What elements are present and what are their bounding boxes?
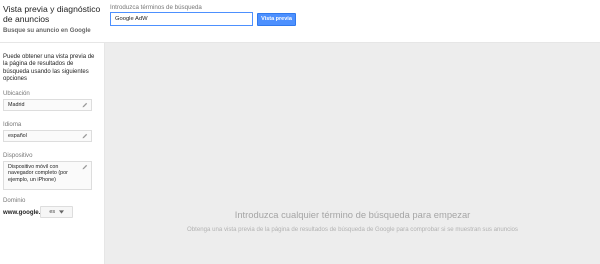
page-subtitle: Busque su anuncio en Google [3, 27, 91, 34]
empty-state-heading: Introduzca cualquier término de búsqueda… [234, 209, 471, 220]
domain-value: es [49, 209, 56, 215]
domain-prefix: www.google. [3, 209, 41, 216]
preview-button[interactable]: Vista previa [257, 13, 296, 26]
preview-area: Introduzca cualquier término de búsqueda… [105, 43, 600, 264]
header: Vista previa y diagnóstico de anuncios B… [0, 0, 600, 43]
dropdown-triangle-icon [58, 209, 64, 214]
page-title: Vista previa y diagnóstico de anuncios [3, 4, 101, 24]
pencil-icon[interactable] [82, 133, 88, 139]
sidebar-intro: Puede obtener una vista previa de la pág… [3, 54, 95, 83]
device-value: Dispositivo móvil con navegador completo… [8, 164, 68, 183]
empty-state-subtext: Obtenga una vista previa de la página de… [187, 226, 518, 233]
device-label: Dispositivo [3, 152, 33, 159]
language-label: Idioma [3, 121, 22, 128]
language-field[interactable]: español [3, 130, 92, 142]
domain-select[interactable]: es [40, 206, 73, 218]
location-label: Ubicación [3, 90, 30, 97]
search-input[interactable] [110, 12, 253, 26]
pencil-icon[interactable] [82, 164, 88, 170]
language-value: español [8, 133, 27, 139]
location-value: Madrid [8, 102, 25, 108]
sidebar: Puede obtener una vista previa de la pág… [0, 43, 105, 264]
search-label: Introduzca términos de búsqueda [110, 4, 202, 11]
pencil-icon[interactable] [82, 102, 88, 108]
device-field[interactable]: Dispositivo móvil con navegador completo… [3, 161, 92, 190]
location-field[interactable]: Madrid [3, 99, 92, 111]
domain-label: Dominio [3, 197, 26, 204]
